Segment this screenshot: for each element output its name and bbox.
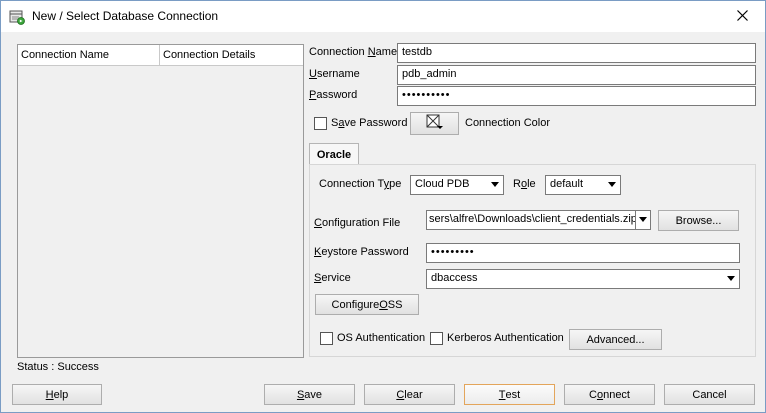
color-picker-icon — [426, 114, 444, 133]
save-button[interactable]: Save — [264, 384, 355, 405]
keystore-password-label: Keystore Password — [314, 246, 409, 258]
save-password-label: Save Password — [331, 117, 408, 129]
configuration-file-label: Configuration File — [314, 217, 401, 229]
password-label: Password — [309, 89, 358, 101]
cancel-button[interactable]: Cancel — [664, 384, 755, 405]
save-password-checkbox[interactable] — [314, 117, 327, 130]
role-value: default — [550, 178, 584, 190]
column-connection-name[interactable]: Connection Name — [18, 45, 160, 66]
tab-oracle[interactable]: Oracle — [309, 143, 359, 165]
connection-type-select[interactable]: Cloud PDB — [410, 175, 504, 195]
service-label: Service — [314, 272, 351, 284]
keystore-password-input[interactable]: ••••••••• — [426, 243, 740, 263]
role-label: Role — [513, 178, 536, 190]
connection-type-label: Connection Type — [319, 178, 402, 190]
configuration-file-input[interactable]: sers\alfre\Downloads\client_credentials.… — [426, 210, 636, 230]
chevron-down-icon — [639, 217, 647, 222]
advanced-button[interactable]: Advanced... — [569, 329, 662, 350]
test-button[interactable]: Test — [464, 384, 555, 405]
service-select[interactable]: dbaccess — [426, 269, 740, 289]
connection-name-label: Connection Name — [309, 46, 398, 58]
chevron-down-icon — [608, 182, 616, 187]
chevron-down-icon — [491, 182, 499, 187]
connection-color-button[interactable] — [410, 112, 459, 135]
kerberos-authentication-label: Kerberos Authentication — [447, 332, 564, 344]
window-title: New / Select Database Connection — [32, 9, 219, 23]
os-authentication-checkbox[interactable] — [320, 332, 333, 345]
database-connection-icon — [9, 9, 25, 25]
connection-list[interactable]: Connection Name Connection Details — [17, 44, 304, 358]
close-button[interactable] — [719, 1, 765, 32]
kerberos-authentication-checkbox[interactable] — [430, 332, 443, 345]
os-authentication-label: OS Authentication — [337, 332, 426, 344]
role-select[interactable]: default — [545, 175, 621, 195]
close-icon — [736, 9, 748, 24]
help-button[interactable]: Help — [12, 384, 102, 405]
status-text: Status : Success — [17, 361, 99, 373]
clear-button[interactable]: Clear — [364, 384, 455, 405]
connection-name-input[interactable]: testdb — [397, 43, 756, 63]
browse-button[interactable]: Browse... — [658, 210, 739, 231]
title-bar: New / Select Database Connection — [1, 1, 765, 32]
configuration-file-dropdown[interactable] — [635, 210, 651, 230]
configure-oss-button[interactable]: Configure O SS — [315, 294, 419, 315]
username-label: Username — [309, 68, 360, 80]
dialog-window: New / Select Database Connection Connect… — [0, 0, 766, 413]
username-input[interactable]: pdb_admin — [397, 65, 756, 85]
connection-list-header: Connection Name Connection Details — [18, 45, 303, 66]
password-input[interactable]: •••••••••• — [397, 86, 756, 106]
connection-color-label: Connection Color — [465, 117, 550, 129]
column-connection-details[interactable]: Connection Details — [160, 45, 303, 66]
connect-button[interactable]: Co nnect — [564, 384, 655, 405]
service-value: dbaccess — [431, 272, 478, 284]
connection-type-value: Cloud PDB — [415, 178, 470, 190]
chevron-down-icon — [727, 276, 735, 281]
